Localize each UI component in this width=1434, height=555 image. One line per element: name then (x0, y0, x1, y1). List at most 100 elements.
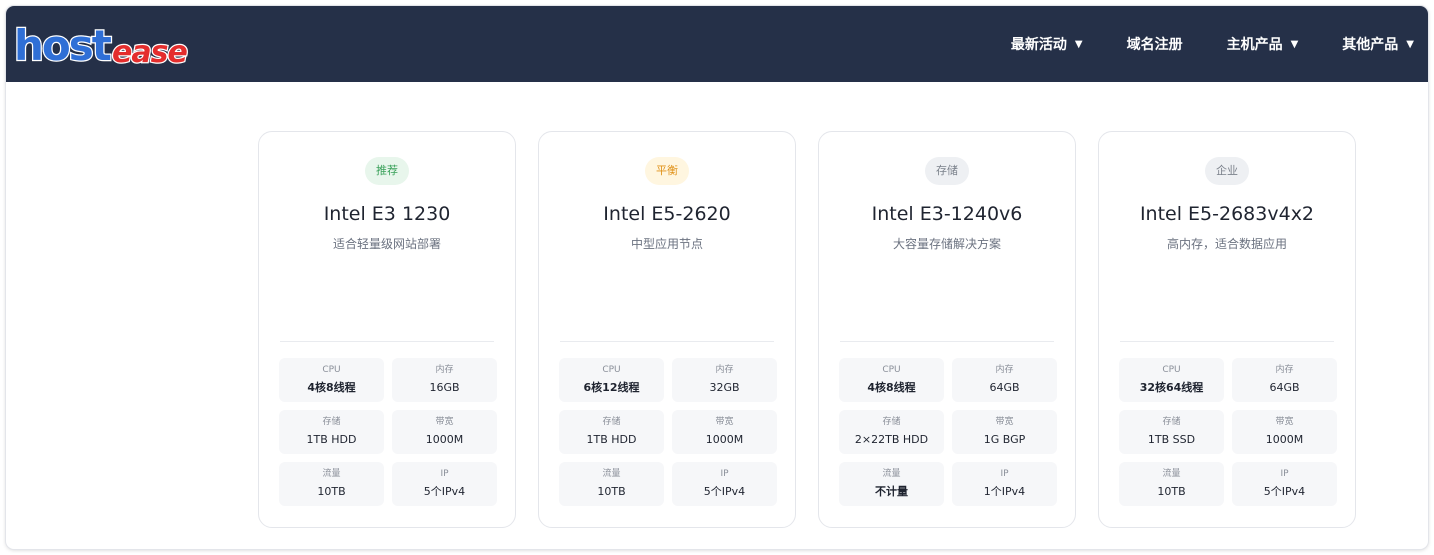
divider (560, 341, 774, 342)
spec-memory: 内存 32GB (672, 358, 777, 402)
spec-value: 5个IPv4 (423, 485, 466, 498)
spec-storage: 存储 1TB SSD (1119, 410, 1224, 454)
spec-grid: CPU 4核8线程 内存 16GB 存储 1TB HDD 带宽 1000M 流量 10TB… (279, 358, 497, 506)
nav-item-latest-activity[interactable]: 最新活动 ▼ (1011, 34, 1083, 54)
spec-label: 流量 (1162, 469, 1181, 479)
spec-value: 1000M (705, 433, 744, 446)
divider (1120, 341, 1334, 342)
server-plan-cards: 推荐 Intel E3 1230 适合轻量级网站部署 CPU 4核8线程 内存 16… (258, 131, 1356, 528)
spec-label: 流量 (882, 469, 901, 479)
plan-title: Intel E3-1240v6 (871, 203, 1023, 225)
spec-memory: 内存 64GB (952, 358, 1057, 402)
plan-card[interactable]: 平衡 Intel E5-2620 中型应用节点 CPU 6核12线程 内存 32GB… (538, 131, 796, 528)
spec-value: 64GB (1269, 381, 1300, 394)
spec-value: 4核8线程 (867, 381, 916, 394)
spec-label: 带宽 (995, 417, 1014, 427)
spec-value: 5个IPv4 (703, 485, 746, 498)
spec-label: 存储 (602, 417, 621, 427)
spec-label: IP (1280, 469, 1289, 479)
spec-value: 32核64线程 (1139, 381, 1204, 394)
spec-grid: CPU 32核64线程 内存 64GB 存储 1TB SSD 带宽 1000M 流量 10… (1119, 358, 1337, 506)
logo-ease-text: ease (112, 35, 187, 68)
top-navbar: host ease 最新活动 ▼ 域名注册 主机产品 ▼ 其他产品 ▼ (6, 6, 1428, 82)
nav-item-other-products[interactable]: 其他产品 ▼ (1342, 34, 1414, 54)
spec-ip: IP 5个IPv4 (1232, 462, 1337, 506)
plan-card[interactable]: 推荐 Intel E3 1230 适合轻量级网站部署 CPU 4核8线程 内存 16… (258, 131, 516, 528)
browser-frame: host ease 最新活动 ▼ 域名注册 主机产品 ▼ 其他产品 ▼ 推荐 I… (6, 6, 1428, 549)
spec-label: CPU (1162, 365, 1181, 375)
spec-ip: IP 1个IPv4 (952, 462, 1057, 506)
logo-host-text: host (14, 21, 112, 68)
plan-subtitle: 大容量存储解决方案 (892, 237, 1001, 251)
nav-item-label: 域名注册 (1126, 37, 1183, 53)
spec-memory: 内存 64GB (1232, 358, 1337, 402)
spec-ip: IP 5个IPv4 (672, 462, 777, 506)
spec-label: 带宽 (1275, 417, 1294, 427)
nav-item-label: 其他产品 (1342, 37, 1399, 53)
spec-traffic: 流量 不计量 (839, 462, 944, 506)
spec-value: 1TB HDD (306, 433, 357, 446)
spec-value: 不计量 (875, 485, 908, 498)
spec-value: 2×22TB HDD (854, 433, 929, 446)
plan-badge: 推荐 (365, 157, 409, 185)
spec-label: 带宽 (715, 417, 734, 427)
spec-value: 1G BGP (983, 433, 1026, 446)
spec-value: 1个IPv4 (983, 485, 1026, 498)
spec-label: IP (720, 469, 729, 479)
spec-storage: 存储 1TB HDD (279, 410, 384, 454)
plan-subtitle: 高内存，适合数据应用 (1166, 237, 1287, 251)
plan-badge: 存储 (925, 157, 969, 185)
spec-bandwidth: 带宽 1000M (392, 410, 497, 454)
spec-value: 6核12线程 (583, 381, 640, 394)
plan-card[interactable]: 企业 Intel E5-2683v4x2 高内存，适合数据应用 CPU 32核64… (1098, 131, 1356, 528)
plan-subtitle: 中型应用节点 (630, 237, 703, 251)
spec-label: 带宽 (435, 417, 454, 427)
spec-label: CPU (322, 365, 341, 375)
spec-label: 内存 (435, 365, 454, 375)
spec-label: 内存 (715, 365, 734, 375)
spec-label: 内存 (1275, 365, 1294, 375)
spec-bandwidth: 带宽 1000M (1232, 410, 1337, 454)
spec-memory: 内存 16GB (392, 358, 497, 402)
spec-label: 流量 (602, 469, 621, 479)
chevron-down-icon: ▼ (1074, 38, 1083, 50)
nav-item-domain-registration[interactable]: 域名注册 (1127, 34, 1183, 54)
plan-card[interactable]: 存储 Intel E3-1240v6 大容量存储解决方案 CPU 4核8线程 内存… (818, 131, 1076, 528)
hostease-logo[interactable]: host ease (12, 18, 197, 68)
plan-title: Intel E5-2620 (603, 203, 731, 225)
spec-ip: IP 5个IPv4 (392, 462, 497, 506)
spec-value: 10TB (1157, 485, 1186, 498)
spec-bandwidth: 带宽 1G BGP (952, 410, 1057, 454)
divider (280, 341, 494, 342)
spec-cpu: CPU 4核8线程 (839, 358, 944, 402)
spec-value: 64GB (989, 381, 1020, 394)
plan-subtitle: 适合轻量级网站部署 (332, 237, 441, 251)
nav-menu: 最新活动 ▼ 域名注册 主机产品 ▼ 其他产品 ▼ (967, 6, 1414, 82)
spec-value: 16GB (429, 381, 460, 394)
spec-cpu: CPU 6核12线程 (559, 358, 664, 402)
nav-item-hosting-products[interactable]: 主机产品 ▼ (1227, 34, 1299, 54)
divider (840, 341, 1054, 342)
spec-traffic: 流量 10TB (279, 462, 384, 506)
spec-value: 5个IPv4 (1263, 485, 1306, 498)
spec-label: IP (1000, 469, 1009, 479)
spec-storage: 存储 2×22TB HDD (839, 410, 944, 454)
spec-value: 1000M (1265, 433, 1304, 446)
spec-cpu: CPU 32核64线程 (1119, 358, 1224, 402)
spec-storage: 存储 1TB HDD (559, 410, 664, 454)
plan-title: Intel E3 1230 (323, 203, 451, 225)
spec-grid: CPU 4核8线程 内存 64GB 存储 2×22TB HDD 带宽 1G BGP 流量… (839, 358, 1057, 506)
spec-label: CPU (882, 365, 901, 375)
spec-value: 1TB SSD (1147, 433, 1196, 446)
spec-label: CPU (602, 365, 621, 375)
spec-label: IP (440, 469, 449, 479)
spec-value: 1TB HDD (586, 433, 637, 446)
nav-item-label: 最新活动 (1010, 37, 1067, 53)
plan-badge: 企业 (1205, 157, 1249, 185)
spec-cpu: CPU 4核8线程 (279, 358, 384, 402)
spec-value: 1000M (425, 433, 464, 446)
spec-label: 流量 (322, 469, 341, 479)
spec-label: 内存 (995, 365, 1014, 375)
spec-value: 4核8线程 (307, 381, 356, 394)
spec-label: 存储 (1162, 417, 1181, 427)
